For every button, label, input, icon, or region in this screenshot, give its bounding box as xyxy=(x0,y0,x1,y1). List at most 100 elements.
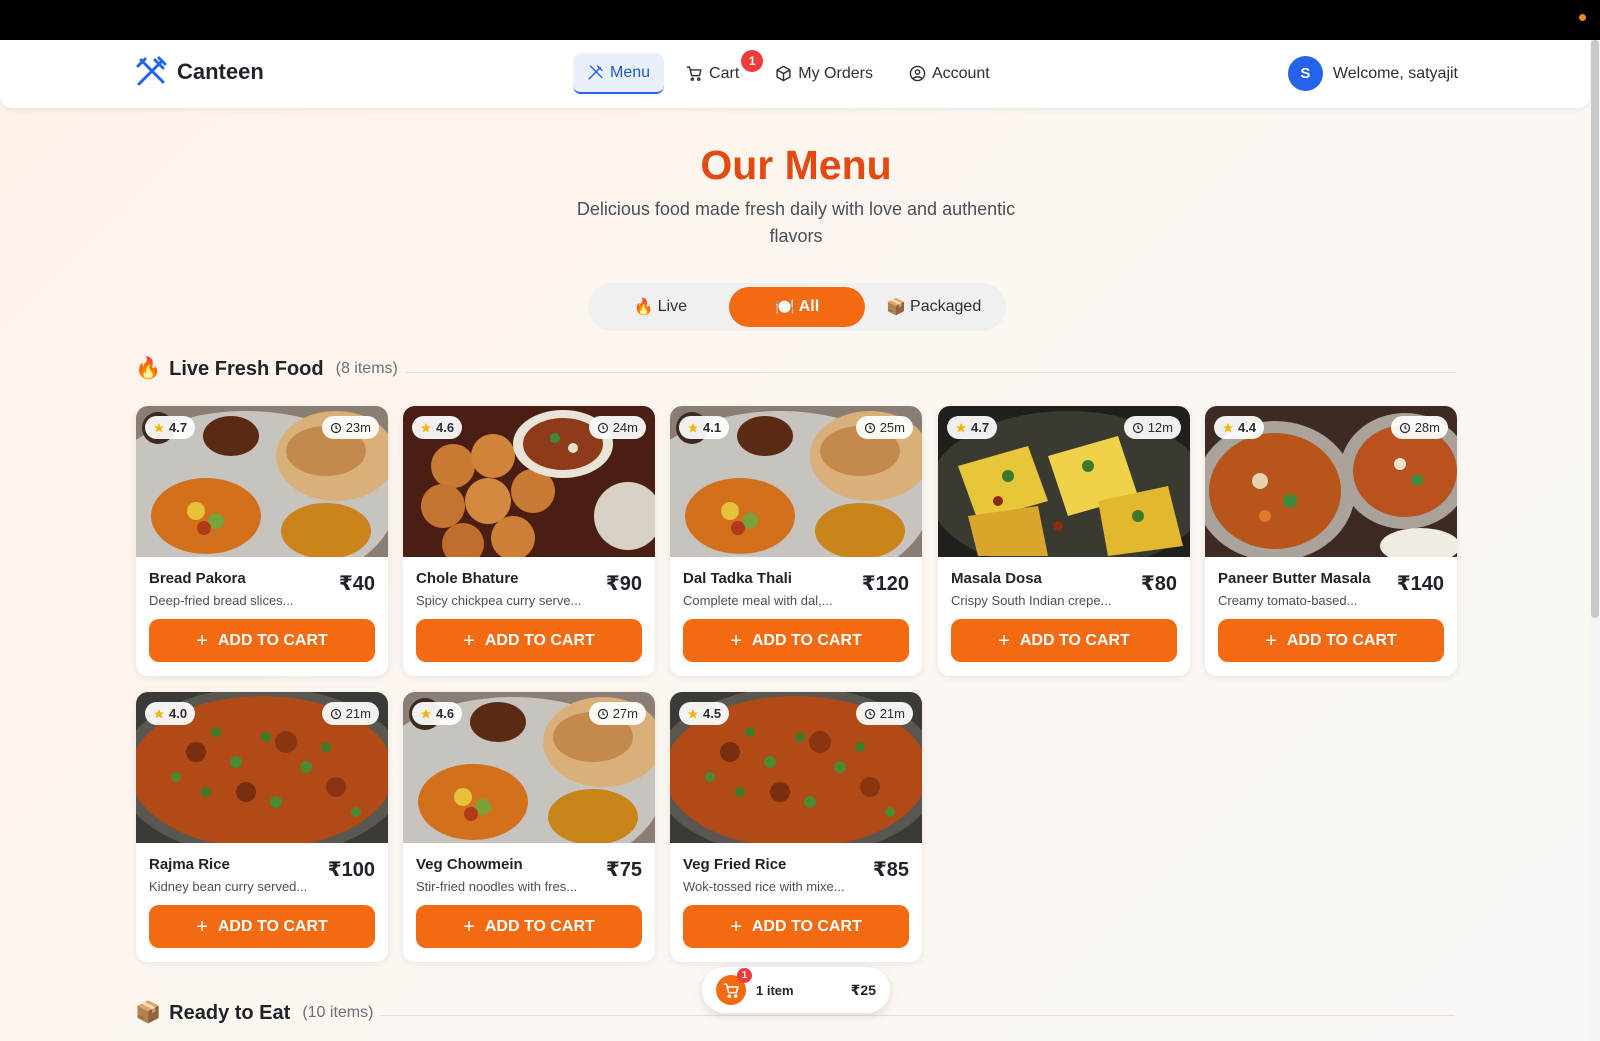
filter-all[interactable]: 🍽️ All xyxy=(728,287,866,327)
nav-account[interactable]: Account xyxy=(895,53,1004,94)
time-badge: 12m xyxy=(1123,416,1181,439)
add-to-cart-button[interactable]: + ADD TO CART xyxy=(149,619,375,662)
clock-icon xyxy=(1399,422,1410,433)
scrollbar-thumb[interactable] xyxy=(1591,40,1599,618)
star-icon xyxy=(1223,422,1233,432)
user-info[interactable]: S Welcome, satyajit xyxy=(1287,56,1458,91)
item-name: Paneer Butter Masala xyxy=(1218,570,1371,587)
clock-icon xyxy=(864,422,875,433)
plus-icon: + xyxy=(196,629,208,652)
prep-time: 24m xyxy=(612,420,638,435)
section-ready-header: 📦 Ready to Eat (10 items) xyxy=(135,1001,373,1025)
filter-live-label: Live xyxy=(657,298,687,315)
section-divider xyxy=(380,1015,1455,1016)
filter-live[interactable]: 🔥 Live xyxy=(592,287,729,327)
add-to-cart-button[interactable]: + ADD TO CART xyxy=(416,905,642,948)
fire-icon: 🔥 xyxy=(633,299,654,316)
plate-icon: 🍽️ xyxy=(774,299,795,316)
menu-card[interactable]: 4.6 24m Chole Bhature ₹90 Spicy chickpea cur… xyxy=(403,406,655,676)
menu-card[interactable]: 4.5 21m Veg Fried Rice ₹85 Wok-tossed rice w… xyxy=(670,692,922,962)
nav-cart-label: Cart xyxy=(709,64,740,82)
item-price: ₹80 xyxy=(1140,573,1177,595)
nav-menu[interactable]: Menu xyxy=(573,53,665,94)
plus-icon: + xyxy=(730,629,742,652)
item-name: Rajma Rice xyxy=(149,856,230,873)
user-circle-icon xyxy=(909,65,926,82)
nav-cart[interactable]: Cart 1 xyxy=(672,50,764,94)
section-divider xyxy=(405,372,1455,373)
add-to-cart-button[interactable]: + ADD TO CART xyxy=(951,619,1177,662)
section-live-header: 🔥 Live Fresh Food (8 items) xyxy=(135,357,398,381)
utensils-logo-icon xyxy=(136,56,167,86)
notification-dot xyxy=(1579,14,1586,21)
rating-value: 4.6 xyxy=(436,420,455,435)
prep-time: 12m xyxy=(1147,420,1173,435)
system-top-bar xyxy=(0,0,1600,40)
item-description: Creamy tomato-based... xyxy=(1218,593,1358,608)
rating-badge: 4.6 xyxy=(412,416,463,439)
plus-icon: + xyxy=(998,629,1010,652)
star-icon xyxy=(154,708,164,718)
time-badge: 25m xyxy=(855,416,913,439)
menu-card[interactable]: 4.6 27m Veg Chowmein ₹75 Stir-fried noodles … xyxy=(403,692,655,962)
app-name: Canteen xyxy=(177,59,264,84)
menu-card[interactable]: 4.7 12m Masala Dosa ₹80 Crispy South Indian … xyxy=(938,406,1190,676)
filter-packaged[interactable]: 📦 Packaged xyxy=(865,287,1002,327)
rating-badge: 4.5 xyxy=(679,702,730,725)
prep-time: 28m xyxy=(1414,420,1440,435)
add-to-cart-button[interactable]: + ADD TO CART xyxy=(683,619,909,662)
floating-cart-total: ₹25 xyxy=(850,981,876,998)
prep-time: 25m xyxy=(879,420,905,435)
star-icon xyxy=(421,422,431,432)
package-icon: 📦 xyxy=(886,299,907,316)
add-to-cart-label: ADD TO CART xyxy=(1286,631,1397,649)
floating-cart-items: 1 item xyxy=(756,982,794,998)
item-price: ₹120 xyxy=(861,573,909,595)
fire-icon: 🔥 xyxy=(135,357,162,380)
time-badge: 28m xyxy=(1390,416,1448,439)
clock-icon xyxy=(864,708,875,719)
rating-value: 4.4 xyxy=(1238,420,1257,435)
menu-card[interactable]: 4.7 23m Bread Pakora ₹40 Deep-fried bread sl… xyxy=(136,406,388,676)
floating-cart[interactable]: 1 1 item ₹25 xyxy=(702,967,890,1013)
add-to-cart-button[interactable]: + ADD TO CART xyxy=(683,905,909,948)
add-to-cart-button[interactable]: + ADD TO CART xyxy=(149,905,375,948)
time-badge: 27m xyxy=(588,702,646,725)
item-price: ₹85 xyxy=(872,859,909,881)
item-description: Crispy South Indian crepe... xyxy=(951,593,1112,608)
avatar[interactable]: S xyxy=(1287,56,1323,91)
rating-badge: 4.0 xyxy=(145,702,196,725)
prep-time: 27m xyxy=(612,706,638,721)
time-badge: 21m xyxy=(321,702,379,725)
clock-icon xyxy=(330,708,341,719)
rating-value: 4.7 xyxy=(169,420,188,435)
star-icon xyxy=(421,708,431,718)
rating-badge: 4.1 xyxy=(679,416,730,439)
star-icon xyxy=(688,422,698,432)
nav-my-orders[interactable]: My Orders xyxy=(761,53,887,94)
section-title: Ready to Eat xyxy=(169,1001,291,1024)
item-price: ₹75 xyxy=(605,859,642,881)
add-to-cart-label: ADD TO CART xyxy=(217,917,328,935)
add-to-cart-button[interactable]: + ADD TO CART xyxy=(416,619,642,662)
time-badge: 24m xyxy=(588,416,646,439)
clock-icon xyxy=(330,422,341,433)
menu-card[interactable]: 4.1 25m Dal Tadka Thali ₹120 Complete meal w… xyxy=(670,406,922,676)
menu-card[interactable]: 4.4 28m Paneer Butter Masala ₹140 Creamy tom… xyxy=(1205,406,1457,676)
plus-icon: + xyxy=(463,629,475,652)
add-to-cart-label: ADD TO CART xyxy=(217,631,328,649)
add-to-cart-label: ADD TO CART xyxy=(751,631,862,649)
plus-icon: + xyxy=(730,915,742,938)
plus-icon: + xyxy=(196,915,208,938)
rating-badge: 4.7 xyxy=(947,416,998,439)
item-price: ₹140 xyxy=(1396,573,1444,595)
rating-value: 4.1 xyxy=(703,420,722,435)
cart-icon: 1 xyxy=(716,968,752,1005)
item-price: ₹90 xyxy=(605,573,642,595)
add-to-cart-button[interactable]: + ADD TO CART xyxy=(1218,619,1444,662)
item-name: Bread Pakora xyxy=(149,570,246,587)
prep-time: 23m xyxy=(345,420,371,435)
logo[interactable]: Canteen xyxy=(135,56,264,88)
add-to-cart-label: ADD TO CART xyxy=(751,917,862,935)
menu-card[interactable]: 4.0 21m Rajma Rice ₹100 Kidney bean curry se… xyxy=(136,692,388,962)
